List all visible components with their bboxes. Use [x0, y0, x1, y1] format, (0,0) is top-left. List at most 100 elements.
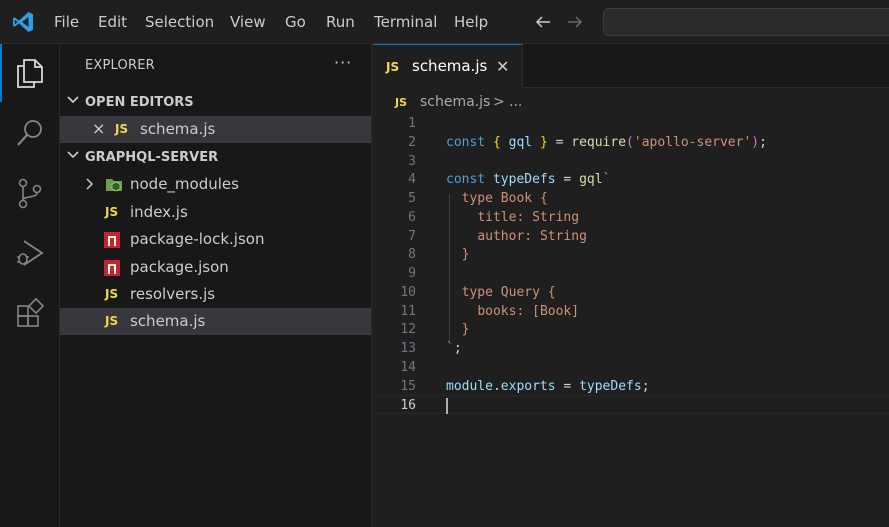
- tree-item-label: index.js: [130, 203, 188, 221]
- code-line[interactable]: 12 }: [373, 320, 889, 339]
- code-text: }: [461, 247, 470, 263]
- more-actions-icon[interactable]: ···: [334, 53, 352, 72]
- breadcrumb-symbols[interactable]: ...: [509, 94, 522, 110]
- code-text: books: [Book]: [477, 303, 580, 319]
- sidebar-title: EXPLORER: [85, 58, 155, 73]
- breadcrumb-separator: >: [493, 94, 505, 110]
- tree-item-index-js[interactable]: JS index.js: [60, 199, 371, 226]
- extensions-icon[interactable]: [0, 284, 60, 342]
- menu-terminal[interactable]: Terminal: [374, 13, 437, 31]
- activity-bar: [0, 44, 60, 527]
- chevron-down-icon: [67, 96, 79, 104]
- line-number: 4: [408, 172, 416, 188]
- tree-item-package-lock-json[interactable]: package-lock.json: [60, 226, 371, 253]
- code-line[interactable]: 5 type Book {: [373, 189, 889, 208]
- explorer-sidebar: EXPLORER ··· OPEN EDITORS × JS schema.js…: [60, 44, 372, 527]
- open-editor-item[interactable]: × JS schema.js: [60, 116, 371, 143]
- line-number: 14: [400, 359, 416, 375]
- code-line[interactable]: 11 books: [Book]: [373, 302, 889, 321]
- tree-item-resolvers-js[interactable]: JS resolvers.js: [60, 281, 371, 308]
- code-line[interactable]: 2 const { gql } = require('apollo-server'…: [373, 133, 889, 152]
- line-number: 15: [400, 378, 416, 394]
- code-text: type Book {: [461, 191, 548, 206]
- line-number: 3: [408, 153, 416, 169]
- code-line[interactable]: 8 }: [373, 245, 889, 264]
- tree-item-label: package-lock.json: [130, 230, 265, 248]
- code-text: }: [461, 322, 470, 338]
- code-text: title: String: [477, 209, 580, 225]
- line-number: 6: [408, 209, 416, 225]
- editor-area: JS schema.js ✕ JS schema.js > ... 1 2 cons…: [373, 44, 889, 527]
- code-line[interactable]: 1: [373, 114, 889, 133]
- tab-label: schema.js: [412, 57, 488, 75]
- project-header[interactable]: GRAPHQL-SERVER: [60, 145, 371, 171]
- tree-item-label: node_modules: [130, 175, 239, 193]
- js-file-icon: JS: [105, 287, 119, 301]
- tree-item-label: resolvers.js: [130, 285, 216, 303]
- menu-view[interactable]: View: [230, 13, 266, 31]
- js-file-icon: JS: [386, 60, 400, 74]
- code-line[interactable]: 10 type Query {: [373, 283, 889, 302]
- menu-selection[interactable]: Selection: [145, 13, 214, 31]
- line-number: 13: [400, 341, 416, 356]
- arrow-left-icon[interactable]: [534, 13, 552, 31]
- menu-help[interactable]: Help: [454, 13, 488, 31]
- code-text: `;: [446, 341, 462, 356]
- line-number: 11: [400, 303, 416, 319]
- tab-schema-js[interactable]: JS schema.js ✕: [373, 44, 523, 88]
- tab-bar: JS schema.js ✕: [373, 44, 889, 88]
- menu-file[interactable]: File: [54, 13, 79, 31]
- line-number: 10: [400, 284, 416, 300]
- tree-item-label: package.json: [130, 258, 229, 276]
- code-line[interactable]: 3: [373, 152, 889, 171]
- code-text: const typeDefs = gql`: [446, 172, 611, 188]
- explorer-icon[interactable]: [0, 44, 60, 102]
- arrow-right-icon[interactable]: [566, 13, 584, 31]
- breadcrumb-file[interactable]: schema.js: [420, 94, 490, 110]
- menu-go[interactable]: Go: [285, 13, 306, 31]
- line-number: 2: [408, 134, 416, 150]
- line-number: 8: [408, 247, 416, 263]
- code-line[interactable]: 14: [373, 358, 889, 377]
- open-editors-header[interactable]: OPEN EDITORS: [60, 90, 371, 116]
- code-line[interactable]: 7 author: String: [373, 227, 889, 246]
- tree-item-schema-js[interactable]: JS schema.js: [60, 308, 371, 335]
- title-bar: File Edit Selection View Go Run Terminal…: [0, 0, 889, 44]
- code-line[interactable]: 4 const typeDefs = gql`: [373, 170, 889, 189]
- tree-item-package-json[interactable]: package.json: [60, 254, 371, 281]
- js-file-icon: JS: [105, 205, 119, 219]
- chevron-right-icon: [86, 178, 94, 190]
- command-center-search[interactable]: [603, 8, 889, 36]
- menu-edit[interactable]: Edit: [98, 13, 127, 31]
- npm-file-icon: [104, 232, 120, 248]
- js-file-icon: JS: [115, 122, 129, 136]
- code-text: const { gql } = require('apollo-server')…: [446, 134, 767, 150]
- section-label: GRAPHQL-SERVER: [85, 150, 219, 165]
- code-line[interactable]: 16: [373, 395, 889, 415]
- node-folder-icon: [106, 179, 122, 192]
- menu-run[interactable]: Run: [326, 13, 355, 31]
- js-file-icon: JS: [395, 96, 408, 109]
- source-control-icon[interactable]: [0, 164, 60, 222]
- close-icon[interactable]: ×: [92, 119, 105, 138]
- run-debug-icon[interactable]: [0, 224, 60, 282]
- line-number: 12: [400, 322, 416, 338]
- tree-item-node-modules[interactable]: node_modules: [60, 171, 371, 198]
- code-line[interactable]: 9: [373, 264, 889, 283]
- line-number: 1: [408, 116, 416, 131]
- line-number: 16: [400, 398, 416, 414]
- code-line[interactable]: 6 title: String: [373, 208, 889, 227]
- close-icon[interactable]: ✕: [496, 57, 509, 76]
- code-text: author: String: [477, 228, 587, 244]
- line-number: 7: [408, 228, 416, 244]
- active-indicator: [0, 44, 2, 102]
- code-line[interactable]: 13 `;: [373, 339, 889, 358]
- code-text: module.exports = typeDefs;: [446, 378, 650, 394]
- chevron-down-icon: [67, 151, 79, 159]
- search-icon[interactable]: [0, 104, 60, 162]
- text-cursor: [446, 398, 448, 415]
- line-number: 5: [408, 191, 416, 206]
- js-file-icon: JS: [105, 314, 119, 328]
- code-line[interactable]: 15 module.exports = typeDefs;: [373, 377, 889, 396]
- vscode-logo-icon: [13, 12, 33, 32]
